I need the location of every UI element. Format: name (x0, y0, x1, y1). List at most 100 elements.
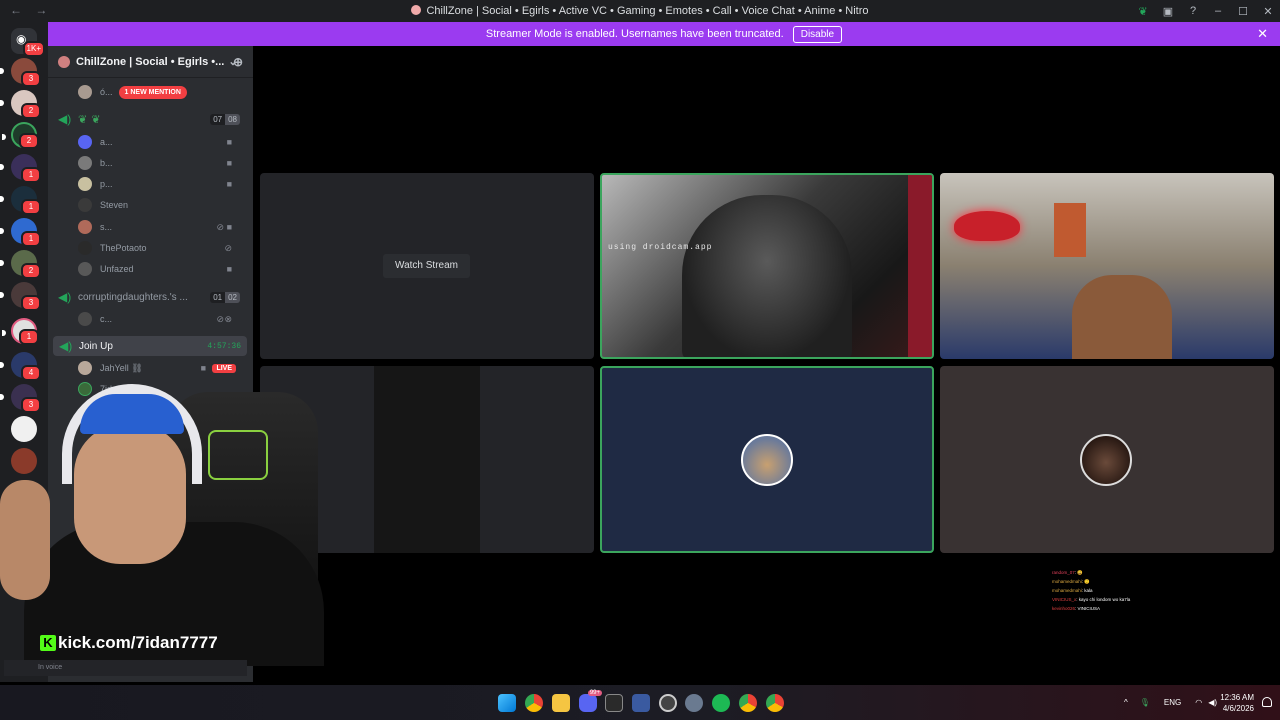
server-icon[interactable]: 1 (0, 186, 41, 215)
chrome-icon[interactable] (766, 694, 784, 712)
kick-channel-label: K kick.com/7idan7777 (40, 632, 218, 654)
leaf-icon[interactable]: ❦ (1131, 5, 1155, 18)
watch-stream-button[interactable]: Watch Stream (383, 254, 470, 278)
list-item[interactable]: ó... 1 NEW MENTION (78, 82, 187, 102)
new-mention-badge[interactable]: 1 NEW MENTION (118, 85, 187, 99)
taskbar-clock[interactable]: 12:36 AM 4/6/2026 (1220, 692, 1254, 714)
server-icon[interactable]: 2 (2, 122, 39, 149)
speaker-icon: ◀) (58, 290, 72, 304)
avatar (78, 85, 92, 99)
windows-taskbar: 99+ ^ 🎙 ENG ◠ ◀) 12:36 AM 4/6/2026 (0, 685, 1280, 720)
app-icon[interactable] (659, 694, 677, 712)
chair-logo (208, 430, 268, 480)
muted-icon: ⊘ (216, 313, 224, 324)
chat-line: mohamedmahi: 🙂 (1052, 579, 1090, 584)
avatar (78, 241, 92, 255)
video-person (1072, 275, 1172, 359)
voice-member[interactable]: a... ■ (78, 132, 244, 152)
server-badge: 1 (19, 329, 39, 345)
camera-icon: ■ (226, 222, 232, 232)
volume-icon[interactable]: ◀) (1208, 698, 1217, 707)
avatar (78, 135, 92, 149)
home-button[interactable]: ◉ 1K+ (11, 28, 45, 57)
member-name: c... (100, 314, 113, 324)
droidcam-watermark: using droidcam.app (608, 243, 713, 252)
server-icon[interactable]: 2 (0, 90, 41, 119)
voice-member[interactable]: c... ⊘ ⊗ (78, 309, 244, 329)
voice-member[interactable]: b... ■ (78, 153, 244, 173)
voice-channel[interactable]: ◀) ❦ ❦ 07 08 (58, 109, 248, 129)
settings-icon[interactable] (685, 694, 703, 712)
title-bar: ← → ChillZone | Social • Egirls • Active… (0, 0, 1280, 22)
channel-name: corruptingdaughters.'s ... (78, 291, 188, 303)
epic-games-icon[interactable] (605, 694, 623, 712)
poster (1054, 203, 1086, 257)
curtain (908, 175, 932, 357)
inbox-icon[interactable]: ▣ (1156, 5, 1180, 18)
member-name: p... (100, 179, 113, 189)
close-banner-icon[interactable]: ✕ (1257, 22, 1268, 46)
maximize-button[interactable]: ☐ (1231, 5, 1255, 18)
spotify-icon[interactable] (712, 694, 730, 712)
avatar (78, 220, 92, 234)
voice-tile[interactable] (940, 366, 1274, 553)
voice-channel[interactable]: ◀) corruptingdaughters.'s ... 01 02 (58, 287, 248, 307)
server-badge: 2 (21, 263, 41, 279)
windows-start-icon[interactable] (498, 694, 516, 712)
server-icon[interactable]: 1 (0, 154, 41, 183)
camera-icon: ■ (226, 179, 232, 189)
chrome-icon[interactable] (525, 694, 543, 712)
server-logo-icon (411, 5, 422, 15)
avatar (741, 434, 793, 486)
voice-tile[interactable] (600, 366, 934, 553)
minimize-button[interactable]: – (1206, 5, 1230, 17)
camera-icon: ■ (226, 158, 232, 168)
avatar (78, 262, 92, 276)
server-icon[interactable]: 1 (2, 318, 39, 345)
voice-member[interactable]: Steven (78, 195, 244, 215)
app-icon[interactable] (632, 694, 650, 712)
user-count: 07 08 (210, 113, 240, 125)
close-window-button[interactable]: ✕ (1256, 5, 1280, 18)
invite-people-icon[interactable]: ⊕ (233, 55, 243, 69)
muted-icon: ⊘ (224, 242, 232, 253)
voice-member[interactable]: s... ⊘ ■ (78, 217, 244, 237)
streamer-hand (0, 480, 50, 600)
server-badge: 1 (21, 167, 41, 183)
video-tile[interactable] (940, 173, 1274, 359)
file-explorer-icon[interactable] (552, 694, 570, 712)
disable-streamer-mode-button[interactable]: Disable (792, 26, 843, 43)
server-icon[interactable]: 3 (0, 282, 41, 311)
avatar (78, 156, 92, 170)
member-name: ó... (100, 87, 113, 97)
show-hidden-icons-chevron[interactable]: ^ (1124, 698, 1128, 707)
microphone-icon[interactable]: 🎙 (1140, 698, 1150, 707)
member-name: ThePotaoto (100, 243, 147, 253)
language-indicator[interactable]: ENG (1164, 698, 1181, 707)
video-tile-speaking[interactable] (600, 173, 934, 359)
server-icon[interactable]: 1 (0, 218, 41, 247)
voice-channel-active[interactable]: ◀) Join Up 4:57:36 (53, 336, 247, 356)
wifi-icon[interactable]: ◠ (1195, 698, 1202, 707)
avatar (1080, 434, 1132, 486)
chat-line: mohamedmahi: kala (1052, 588, 1093, 593)
chrome-icon[interactable] (739, 694, 757, 712)
user-count: 01 02 (210, 291, 240, 303)
server-icon[interactable]: 3 (0, 58, 41, 87)
kick-logo-icon: K (40, 635, 56, 651)
stream-chat-overlay: random_07: 😀 mohamedmahi: 🙂 mohamedmahi:… (1052, 568, 1130, 613)
voice-member[interactable]: ThePotaoto ⊘ (78, 238, 244, 258)
server-icon[interactable]: 2 (0, 250, 41, 279)
help-icon[interactable]: ? (1181, 5, 1205, 17)
discord-taskbar-icon[interactable]: 99+ (579, 690, 602, 712)
call-timer: 4:57:36 (207, 341, 241, 351)
camera-icon: ■ (226, 137, 232, 147)
notification-bell-icon[interactable] (1262, 697, 1272, 707)
voice-member[interactable]: Unfazed ■ (78, 259, 244, 279)
avatar (78, 198, 92, 212)
window-controls: ❦ ▣ ? – ☐ ✕ (1130, 0, 1280, 22)
member-name: s... (100, 222, 113, 232)
guild-header[interactable]: ChillZone | Social • Egirls •... ⌄ ⊕ (48, 46, 253, 78)
voice-member[interactable]: p... ■ (78, 174, 244, 194)
server-badge: 2 (21, 103, 41, 119)
